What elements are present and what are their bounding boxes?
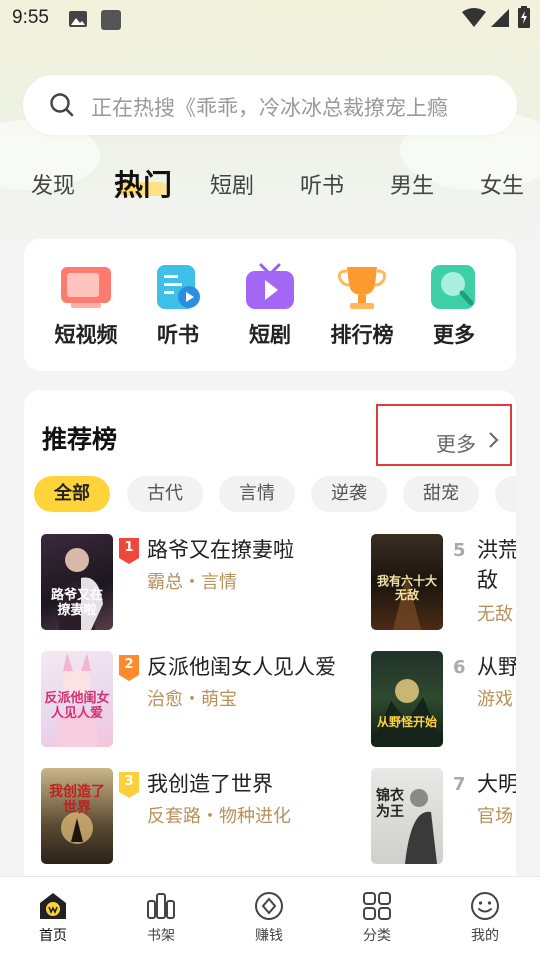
tab-audiobook[interactable]: 听书: [300, 168, 344, 200]
book-item[interactable]: 我创造了世界 3 我创造了世界 反套路・物种进化: [41, 768, 381, 868]
category-icon: [363, 892, 391, 920]
book-cover: 反派他闺女人见人爱: [41, 651, 113, 747]
book-tags: 霸总・言情: [147, 572, 237, 593]
battery-icon: [518, 6, 530, 32]
tab-discover[interactable]: 发现: [31, 168, 75, 200]
book-item[interactable]: 反派他闺女人见人爱 2 反派他闺女人见人爱 治愈・萌宝: [41, 651, 381, 751]
book-item[interactable]: 我有六十大无敌 5 洪荒 敌 无敌: [371, 534, 516, 634]
nav-bookshelf[interactable]: 书架: [121, 891, 201, 945]
book-cover: 从野怪开始: [371, 651, 443, 747]
chip-next[interactable]: [495, 476, 516, 512]
rank-number: 6: [453, 657, 466, 678]
book-item[interactable]: 从野怪开始 6 从野 游戏: [371, 651, 516, 751]
nav-home[interactable]: 首页: [13, 891, 93, 945]
book-title: 我创造了世界: [147, 772, 273, 796]
audiobook-icon: [151, 263, 205, 311]
rank-number: 5: [453, 540, 466, 561]
app-notification-icon: [100, 9, 122, 35]
recommend-list-card: 推荐榜 更多 全部 古代 言情 逆袭 甜宠 路爷又在撩妻啦 1 路爷又在撩妻啦 …: [24, 390, 516, 890]
nav-profile[interactable]: 我的: [445, 891, 525, 945]
tab-female[interactable]: 女生: [480, 168, 524, 200]
home-icon: [40, 893, 66, 919]
chip-comeback[interactable]: 逆袭: [311, 476, 387, 512]
book-cover: 锦衣为王: [371, 768, 443, 864]
book-tags: 官场: [477, 806, 513, 827]
bottom-navigation: 首页 书架 赚钱 分类 我的: [0, 876, 540, 960]
book-tags: 治愈・萌宝: [147, 689, 237, 710]
book-cover: 我有六十大无敌: [371, 534, 443, 630]
book-item[interactable]: 锦衣为王 7 大明 官场: [371, 768, 516, 868]
bookshelf-icon: [147, 893, 175, 919]
book-cover: 路爷又在撩妻啦: [41, 534, 113, 630]
more-search-icon: [427, 263, 481, 311]
status-bar: 9:55: [0, 0, 540, 38]
search-bar[interactable]: 正在热搜《乖乖，冷冰冰总裁撩宠上瘾: [23, 75, 517, 135]
book-tags: 无敌: [477, 604, 513, 625]
profile-icon: [471, 892, 499, 920]
quick-entry-more[interactable]: 更多: [414, 263, 494, 349]
quick-entry-short-drama[interactable]: 短剧: [230, 263, 310, 349]
quick-entry-card: 短视频 听书 短剧 排行榜 更多: [24, 239, 516, 371]
tab-short-drama[interactable]: 短剧: [210, 168, 254, 200]
book-item[interactable]: 路爷又在撩妻啦 1 路爷又在撩妻啦 霸总・言情: [41, 534, 381, 634]
book-title-line2: 敌: [477, 568, 498, 592]
tab-male[interactable]: 男生: [390, 168, 434, 200]
signal-icon: [490, 8, 510, 32]
tab-hot[interactable]: 热门: [114, 162, 172, 204]
chevron-right-icon: [489, 432, 499, 448]
chip-all[interactable]: 全部: [34, 476, 110, 512]
recommend-more-button[interactable]: 更多: [376, 404, 512, 466]
rank-badge: 2: [119, 655, 139, 681]
chip-sweet[interactable]: 甜宠: [403, 476, 479, 512]
search-placeholder: 正在热搜《乖乖，冷冰冰总裁撩宠上瘾: [91, 96, 448, 120]
rank-badge: 1: [119, 538, 139, 564]
chip-romance[interactable]: 言情: [219, 476, 295, 512]
quick-entry-short-video[interactable]: 短视频: [46, 263, 126, 349]
status-time: 9:55: [12, 7, 49, 28]
book-cover: 我创造了世界: [41, 768, 113, 864]
rank-number: 7: [453, 774, 466, 795]
wifi-icon: [462, 8, 486, 32]
nav-category[interactable]: 分类: [337, 891, 417, 945]
search-icon: [49, 92, 75, 122]
earn-icon: [255, 892, 283, 920]
quick-entry-audiobook[interactable]: 听书: [138, 263, 218, 349]
book-tags: 反套路・物种进化: [147, 806, 291, 827]
quick-entry-ranking[interactable]: 排行榜: [322, 263, 402, 349]
book-title: 大明: [477, 772, 516, 796]
nav-earn[interactable]: 赚钱: [229, 891, 309, 945]
trophy-icon: [335, 263, 389, 311]
book-tags: 游戏: [477, 689, 513, 710]
rank-badge: 3: [119, 772, 139, 798]
chip-ancient[interactable]: 古代: [127, 476, 203, 512]
short-drama-icon: [243, 263, 297, 311]
genre-chips: 全部 古代 言情 逆袭 甜宠: [34, 476, 516, 514]
image-notification-icon: [68, 10, 88, 32]
book-title: 路爷又在撩妻啦: [147, 538, 294, 562]
recommend-title: 推荐榜: [42, 425, 118, 454]
category-tabs: 发现 热门 短剧 听书 男生 女生: [0, 160, 540, 208]
book-title: 洪荒: [477, 538, 516, 562]
short-video-icon: [59, 263, 113, 311]
book-title: 反派他闺女人见人爱: [147, 655, 336, 679]
book-title: 从野: [477, 655, 516, 679]
